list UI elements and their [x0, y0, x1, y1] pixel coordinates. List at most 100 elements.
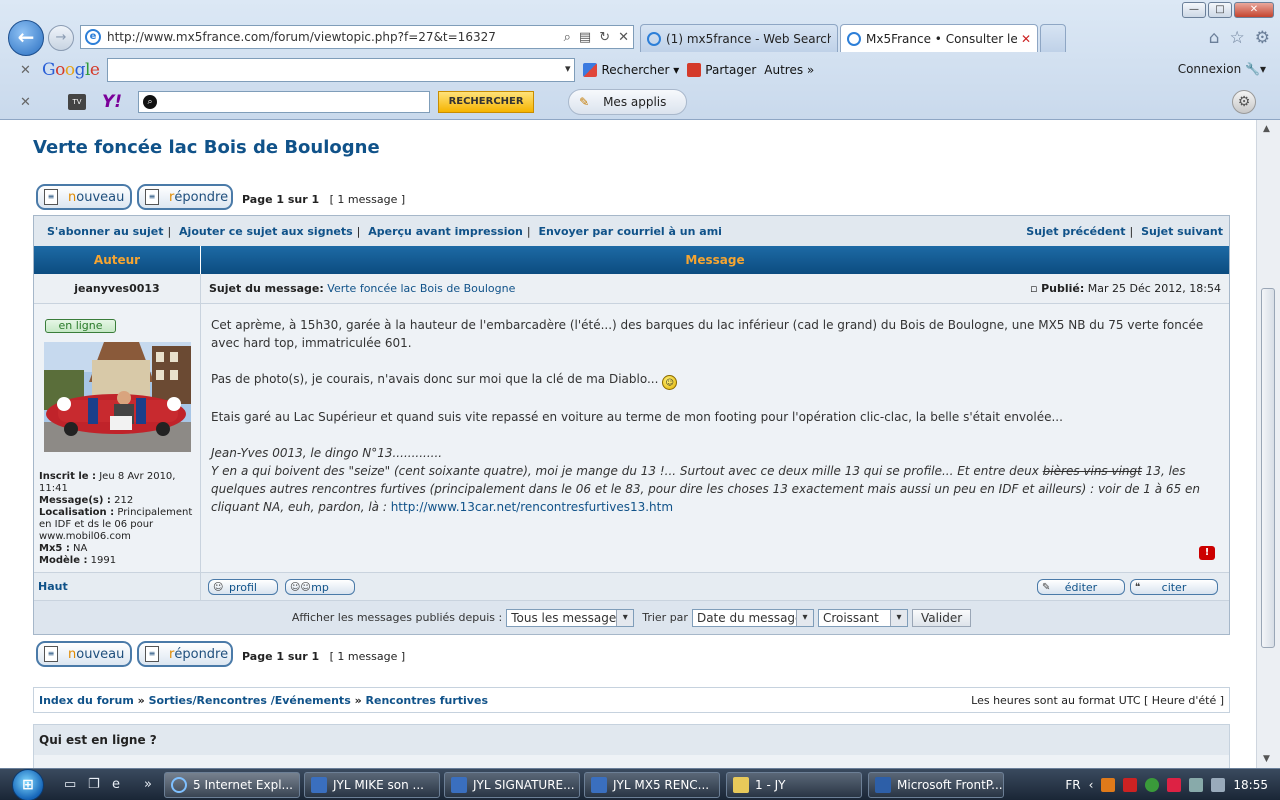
- author-profile: en ligne Inscrit le: Jeu 8 Avr 2010, 11…: [34, 304, 201, 572]
- taskbar-frontpage[interactable]: Microsoft FrontP...: [868, 772, 1004, 798]
- word-doc-icon: [311, 777, 327, 793]
- taskbar-word-doc[interactable]: JYL MIKE son ...: [304, 772, 440, 798]
- tray-volume-icon[interactable]: [1211, 778, 1226, 792]
- tray-security-icon[interactable]: [1167, 778, 1182, 792]
- profile-button[interactable]: ☺ profil: [208, 579, 278, 595]
- word-doc-icon: [591, 777, 607, 793]
- scroll-thumb[interactable]: [1261, 288, 1275, 648]
- yahoo-rechercher-button[interactable]: RECHERCHER: [438, 91, 535, 113]
- post-icon[interactable]: ▫: [1030, 282, 1037, 295]
- google-search-input[interactable]: [107, 58, 576, 82]
- post-author[interactable]: jeanyves0013: [34, 274, 201, 303]
- clock[interactable]: 18:55: [1233, 778, 1268, 792]
- breadcrumb-category[interactable]: Sorties/Rencontres /Evénements: [149, 694, 351, 707]
- window-controls: — □ ✕: [1182, 2, 1274, 18]
- post-content: Cet aprème, à 15h30, garée à la hauteur …: [201, 304, 1229, 572]
- taskbar-word-doc[interactable]: JYL MX5 RENC...: [584, 772, 720, 798]
- google-rechercher-button[interactable]: Rechercher ▾: [583, 63, 679, 77]
- report-post-icon[interactable]: !: [1199, 546, 1215, 560]
- address-text[interactable]: http://www.mx5france.com/forum/viewtopic…: [107, 30, 564, 44]
- folder-icon: [733, 777, 749, 793]
- stop-icon[interactable]: ✕: [618, 30, 629, 45]
- refresh-icon[interactable]: ↻: [599, 30, 610, 45]
- tray-network-icon[interactable]: [1189, 778, 1204, 792]
- favorites-star-icon[interactable]: ☆: [1230, 28, 1245, 48]
- new-tab-button[interactable]: [1040, 24, 1066, 52]
- signature-link[interactable]: http://www.13car.net/rencontresfurtives1…: [391, 500, 673, 514]
- yahoo-search-input[interactable]: ⌕: [138, 91, 431, 113]
- column-headers: Auteur Message: [34, 246, 1229, 274]
- tray-ati-icon[interactable]: [1123, 778, 1138, 792]
- close-toolbar-icon[interactable]: ✕: [20, 95, 42, 110]
- taskbar-internet-explorer[interactable]: 5 Internet Expl...: [164, 772, 300, 798]
- close-window-button[interactable]: ✕: [1234, 2, 1274, 18]
- forward-button[interactable]: →: [48, 25, 74, 51]
- breadcrumb-forum[interactable]: Rencontres furtives: [366, 694, 488, 707]
- tray-app-icon[interactable]: [1101, 778, 1116, 792]
- new-topic-button[interactable]: ≡ n ouveau: [36, 184, 132, 210]
- browser-chrome: — □ ✕ ← → e http://www.mx5france.com/for…: [0, 0, 1280, 120]
- tray-app-icon[interactable]: [1145, 778, 1160, 792]
- breadcrumb-index[interactable]: Index du forum: [39, 694, 134, 707]
- private-message-button[interactable]: ☺☺ mp: [285, 579, 355, 595]
- home-icon[interactable]: ⌂: [1209, 28, 1220, 48]
- topic-title[interactable]: Verte foncée lac Bois de Boulogne: [33, 137, 380, 158]
- maximize-button[interactable]: □: [1208, 2, 1232, 18]
- mes-applis-button[interactable]: Mes applis: [568, 89, 688, 115]
- valider-button[interactable]: Valider: [911, 608, 972, 627]
- users-icon: ☺☺: [290, 581, 311, 593]
- internet-explorer-icon[interactable]: e: [112, 777, 120, 792]
- sort-direction-select[interactable]: Croissant: [817, 608, 908, 627]
- ie-icon: [847, 31, 861, 46]
- author-column-header: Auteur: [34, 246, 201, 274]
- connexion-link[interactable]: Connexion 🔧▾: [1178, 62, 1266, 76]
- post-subject-link[interactable]: Verte foncée lac Bois de Boulogne: [327, 282, 515, 295]
- tab-web-search[interactable]: (1) mx5france - Web Search Re...: [640, 24, 838, 52]
- language-indicator[interactable]: FR: [1065, 778, 1080, 792]
- close-toolbar-icon[interactable]: ✕: [20, 63, 42, 78]
- print-preview-link[interactable]: Aperçu avant impression: [368, 225, 523, 238]
- partager-button[interactable]: Partager: [687, 63, 756, 77]
- scroll-down-icon[interactable]: ▼: [1263, 754, 1270, 764]
- vertical-scrollbar[interactable]: ▲ ▼: [1256, 120, 1280, 768]
- back-button[interactable]: ←: [8, 20, 44, 56]
- quote-button[interactable]: ❝ citer: [1130, 579, 1218, 595]
- compat-view-icon[interactable]: ▤: [579, 30, 591, 45]
- days-select[interactable]: Tous les messages: [506, 608, 635, 627]
- page-label: Page 1 sur 1: [242, 193, 320, 206]
- taskbar-word-doc[interactable]: JYL SIGNATURE...: [444, 772, 580, 798]
- close-tab-icon[interactable]: ✕: [1021, 32, 1031, 46]
- reply-button-bottom[interactable]: ≡ r épondre: [137, 641, 233, 667]
- tools-gear-icon[interactable]: ⚙: [1255, 28, 1270, 48]
- start-button[interactable]: ⊞: [4, 769, 50, 800]
- minimize-button[interactable]: —: [1182, 2, 1206, 18]
- address-bar[interactable]: e http://www.mx5france.com/forum/viewtop…: [80, 25, 634, 49]
- edit-button[interactable]: ✎ éditer: [1037, 579, 1125, 595]
- yahoo-logo[interactable]: Y!: [102, 92, 122, 112]
- autres-button[interactable]: Autres »: [764, 63, 814, 77]
- google-logo[interactable]: Google: [42, 60, 100, 80]
- sort-key-select[interactable]: Date du message: [691, 608, 814, 627]
- back-to-top-link[interactable]: Haut: [34, 573, 201, 600]
- taskbar-folder[interactable]: 1 - JY: [726, 772, 862, 798]
- search-icon[interactable]: ⌕: [564, 30, 571, 45]
- post-body: en ligne Inscrit le: Jeu 8 Avr 2010, 11…: [34, 304, 1229, 572]
- next-topic-link[interactable]: Sujet suivant: [1141, 225, 1223, 238]
- system-tray: FR ‹ 18:55: [1065, 769, 1280, 800]
- previous-topic-link[interactable]: Sujet précédent: [1026, 225, 1125, 238]
- email-friend-link[interactable]: Envoyer par courriel à un ami: [538, 225, 722, 238]
- bookmark-link[interactable]: Ajouter ce sujet aux signets: [179, 225, 353, 238]
- new-topic-button-bottom[interactable]: ≡ n ouveau: [36, 641, 132, 667]
- switch-windows-icon[interactable]: ❐: [88, 777, 100, 792]
- quicklaunch-overflow-icon[interactable]: »: [144, 777, 152, 792]
- tab-mx5france[interactable]: Mx5France • Consulter le su... ✕: [840, 24, 1038, 52]
- tv-icon[interactable]: TV: [68, 94, 86, 110]
- tray-expand-icon[interactable]: ‹: [1089, 778, 1094, 792]
- settings-gear-icon[interactable]: ⚙: [1232, 90, 1256, 114]
- reply-button[interactable]: ≡ r épondre: [137, 184, 233, 210]
- signature: Jean-Yves 0013, le dingo N°13...........…: [211, 444, 1219, 516]
- show-desktop-icon[interactable]: ▭: [64, 777, 76, 792]
- scroll-up-icon[interactable]: ▲: [1263, 124, 1270, 134]
- filter-label: Afficher les messages publiés depuis :: [291, 611, 503, 624]
- subscribe-link[interactable]: S'abonner au sujet: [47, 225, 163, 238]
